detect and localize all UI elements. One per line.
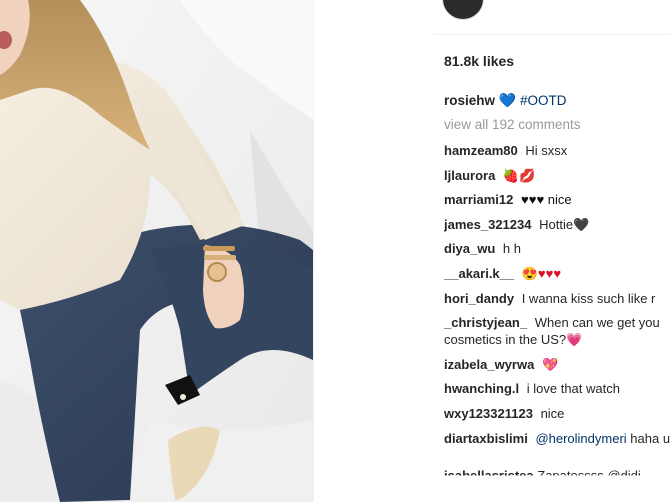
header-divider	[434, 34, 670, 35]
comment-item: diartaxbislimi @herolindymeri haha uba😜	[444, 430, 670, 447]
post-caption: rosiehw 💙 #OOTD	[444, 92, 567, 109]
comment-username[interactable]: hori_dandy	[444, 291, 514, 306]
comment-item: wxy123321123 nice	[444, 405, 670, 422]
comment-text: i love that watch	[526, 381, 620, 397]
comment-username[interactable]: hamzeam80	[444, 143, 518, 158]
comment-username[interactable]: izabela_wyrwa	[444, 357, 534, 372]
comment-text: haha uba😜	[630, 430, 670, 446]
comment-text: 🍓💋	[502, 167, 536, 183]
comment-item-partial: isabellasristea Zapatossss @didi	[444, 468, 641, 483]
comment-text: h h	[502, 241, 521, 257]
comment-item: marriami12 ♥♥♥ nice	[444, 191, 670, 208]
comment-username[interactable]: wxy123321123	[444, 406, 533, 421]
comment-username[interactable]: __akari.k__	[444, 266, 514, 281]
comment-item: hamzeam80 Hi sxsx	[444, 142, 670, 159]
blue-heart-icon: 💙	[498, 92, 517, 108]
comment-username[interactable]: hwanching.l	[444, 381, 519, 396]
profile-avatar[interactable]	[442, 0, 484, 20]
comment-username[interactable]: marriami12	[444, 192, 513, 207]
caption-username[interactable]: rosiehw	[444, 93, 495, 108]
post-photo[interactable]	[0, 0, 313, 502]
comment-text: 😍♥♥♥	[521, 265, 562, 281]
comment-item: __akari.k__ 😍♥♥♥	[444, 265, 670, 282]
comment-item: izabela_wyrwa 💖	[444, 356, 670, 373]
comment-item: ljlaurora 🍓💋	[444, 167, 670, 184]
comment-item: diya_wu h h	[444, 240, 670, 257]
comment-text: Zapatossss @didi	[537, 468, 641, 483]
likes-count[interactable]: 81.8k likes	[444, 53, 514, 69]
comment-item: hori_dandy I wanna kiss such like r	[444, 290, 670, 307]
post-details-panel: 81.8k likes rosiehw 💙 #OOTD view all 192…	[314, 0, 670, 502]
view-all-comments-link[interactable]: view all 192 comments	[444, 117, 581, 132]
comment-item: _christyjean_ When can we get you cosmet…	[444, 314, 670, 348]
comment-text: I wanna kiss such like r	[521, 290, 656, 306]
comment-username[interactable]: james_321234	[444, 217, 531, 232]
outfit-photo-illustration	[0, 0, 313, 502]
comment-text: nice	[540, 405, 565, 421]
comment-username[interactable]: diya_wu	[444, 241, 495, 256]
comment-item: james_321234 Hottie🖤	[444, 216, 670, 233]
comment-username[interactable]: isabellasristea	[444, 468, 534, 476]
comments-list: hamzeam80 Hi sxsx ljlaurora 🍓💋 marriami1…	[444, 142, 670, 454]
comment-username[interactable]: _christyjean_	[444, 315, 527, 330]
comment-text: ♥♥♥ nice	[521, 192, 572, 208]
comment-text: Hi sxsx	[525, 143, 568, 158]
comment-username[interactable]: diartaxbislimi	[444, 431, 528, 446]
comment-mention[interactable]: @herolindymeri	[535, 431, 626, 446]
comment-username[interactable]: ljlaurora	[444, 168, 495, 183]
comment-item: hwanching.l i love that watch	[444, 380, 670, 397]
caption-hashtag[interactable]: #OOTD	[520, 93, 567, 108]
comment-text: Hottie🖤	[539, 216, 590, 232]
comment-text: 💖	[541, 356, 559, 372]
